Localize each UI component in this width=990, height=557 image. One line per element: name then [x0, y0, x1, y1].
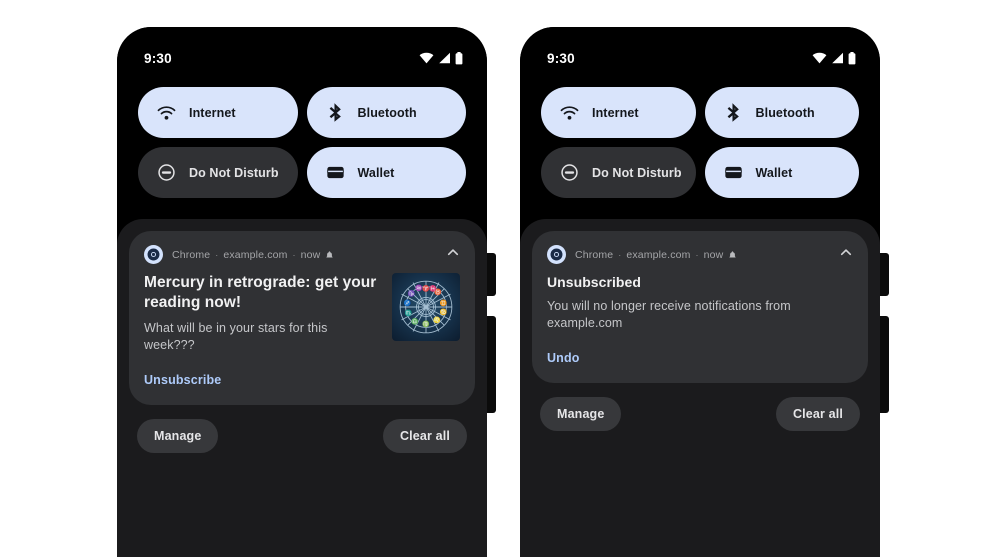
- notification-header: Chrome · example.com · now: [144, 245, 460, 264]
- quick-settings-grid: Internet Bluetooth Do Not Disturb Wallet: [117, 75, 487, 198]
- clear-all-button[interactable]: Clear all: [776, 397, 860, 432]
- notification-shade: Chrome · example.com · now: [520, 219, 880, 557]
- notification-shade: Chrome · example.com · now: [117, 219, 487, 557]
- qs-tile-internet[interactable]: Internet: [138, 87, 298, 138]
- qs-tile-label: Internet: [592, 105, 639, 120]
- qs-tile-do-not-disturb[interactable]: Do Not Disturb: [541, 147, 696, 198]
- do-not-disturb-icon: [158, 164, 175, 181]
- wallet-icon: [326, 166, 344, 179]
- wifi-icon: [419, 52, 434, 64]
- notification-source: example.com: [223, 248, 288, 261]
- status-bar-icons: [812, 51, 856, 65]
- notification-meta: Chrome · example.com · now: [172, 249, 334, 261]
- bluetooth-icon: [329, 103, 341, 122]
- chrome-icon: [144, 245, 163, 264]
- wifi-icon: [157, 106, 176, 120]
- qs-tile-label: Do Not Disturb: [189, 165, 279, 180]
- qs-tile-do-not-disturb[interactable]: Do Not Disturb: [138, 147, 298, 198]
- svg-text:♌: ♌: [433, 316, 441, 324]
- svg-text:♐: ♐: [404, 299, 412, 307]
- notification-title: Unsubscribed: [547, 274, 641, 290]
- bell-icon: [729, 250, 736, 258]
- qs-tile-label: Bluetooth: [755, 105, 815, 120]
- notification-text-column: Unsubscribed You will no longer receive …: [547, 273, 853, 367]
- battery-icon: [848, 51, 856, 64]
- wallet-icon: [724, 166, 742, 179]
- phone-mockup-after: 9:30 Internet Bluetooth Do Not Disturb W…: [520, 27, 880, 557]
- screenshot-canvas: 9:30 Internet Bluetooth Do Not Disturb W…: [0, 0, 990, 557]
- battery-icon: [455, 51, 463, 64]
- manage-button[interactable]: Manage: [540, 397, 622, 432]
- meta-separator: ·: [618, 249, 622, 260]
- unsubscribe-link[interactable]: Unsubscribe: [144, 373, 221, 387]
- clear-all-button[interactable]: Clear all: [383, 419, 467, 454]
- chrome-icon: [547, 245, 566, 264]
- qs-tile-label: Wallet: [755, 165, 793, 180]
- bluetooth-icon: [727, 103, 739, 122]
- status-bar: 9:30: [520, 27, 880, 75]
- notification-message: What will be in your stars for this week…: [144, 321, 328, 353]
- do-not-disturb-icon: [561, 164, 578, 181]
- power-button-right-phone[interactable]: [880, 316, 889, 413]
- qs-tile-label: Do Not Disturb: [592, 165, 682, 180]
- qs-tile-internet[interactable]: Internet: [541, 87, 696, 138]
- collapse-chevron-up-icon[interactable]: [445, 244, 461, 260]
- volume-button-left-phone[interactable]: [487, 253, 496, 296]
- qs-tile-label: Bluetooth: [357, 105, 417, 120]
- bell-icon: [326, 250, 333, 258]
- notification-card[interactable]: Chrome · example.com · now: [532, 231, 868, 384]
- meta-separator: ·: [695, 249, 699, 260]
- status-bar-clock: 9:30: [144, 50, 172, 66]
- manage-button[interactable]: Manage: [137, 419, 219, 454]
- status-bar-clock: 9:30: [547, 50, 575, 66]
- shade-footer: Manage Clear all: [532, 383, 868, 432]
- svg-text:♓: ♓: [429, 285, 437, 293]
- phone-screen-before: 9:30 Internet Bluetooth Do Not Disturb W…: [117, 27, 487, 557]
- meta-separator: ·: [215, 249, 219, 260]
- notification-message: You will no longer receive notifications…: [547, 299, 791, 331]
- shade-footer: Manage Clear all: [129, 405, 475, 454]
- notification-meta: Chrome · example.com · now: [575, 249, 737, 261]
- volume-button-right-phone[interactable]: [880, 253, 889, 296]
- meta-separator: ·: [292, 249, 296, 260]
- notification-text-column: Mercury in retrograde: get your reading …: [144, 273, 380, 389]
- cellular-signal-icon: [439, 52, 450, 64]
- qs-tile-label: Wallet: [357, 165, 395, 180]
- power-button-left-phone[interactable]: [487, 316, 496, 413]
- qs-tile-bluetooth[interactable]: Bluetooth: [704, 87, 859, 138]
- cellular-signal-icon: [832, 52, 843, 64]
- collapse-chevron-up-icon[interactable]: [838, 244, 854, 260]
- status-bar: 9:30: [117, 27, 487, 75]
- notification-body: Mercury in retrograde: get your reading …: [144, 273, 460, 389]
- svg-text:♎: ♎: [411, 317, 419, 325]
- status-bar-icons: [419, 51, 463, 65]
- svg-text:♊: ♊: [440, 299, 448, 307]
- svg-text:♒: ♒: [415, 284, 423, 292]
- wifi-icon: [560, 106, 579, 120]
- qs-tile-wallet[interactable]: Wallet: [306, 147, 466, 198]
- notification-card[interactable]: Chrome · example.com · now: [129, 231, 475, 406]
- notification-time: now: [300, 248, 321, 261]
- notification-header: Chrome · example.com · now: [547, 245, 853, 264]
- qs-tile-wallet[interactable]: Wallet: [704, 147, 859, 198]
- qs-tile-bluetooth[interactable]: Bluetooth: [306, 87, 466, 138]
- notification-title: Mercury in retrograde: get your reading …: [144, 274, 377, 312]
- notification-app-name: Chrome: [172, 248, 211, 261]
- zodiac-wheel-image: ♈ ♉ ♊ ♋ ♌ ♍ ♎ ♏ ♐ ♑ ♒ ♓: [392, 273, 460, 341]
- quick-settings-grid: Internet Bluetooth Do Not Disturb Wallet: [520, 75, 880, 198]
- notification-time: now: [703, 248, 724, 261]
- phone-screen-after: 9:30 Internet Bluetooth Do Not Disturb W…: [520, 27, 880, 557]
- qs-tile-label: Internet: [189, 105, 236, 120]
- notification-app-name: Chrome: [575, 248, 614, 261]
- phone-mockup-before: 9:30 Internet Bluetooth Do Not Disturb W…: [117, 27, 487, 557]
- undo-link[interactable]: Undo: [547, 351, 580, 365]
- wifi-icon: [812, 52, 827, 64]
- notification-body: Unsubscribed You will no longer receive …: [547, 273, 853, 367]
- notification-source: example.com: [626, 248, 691, 261]
